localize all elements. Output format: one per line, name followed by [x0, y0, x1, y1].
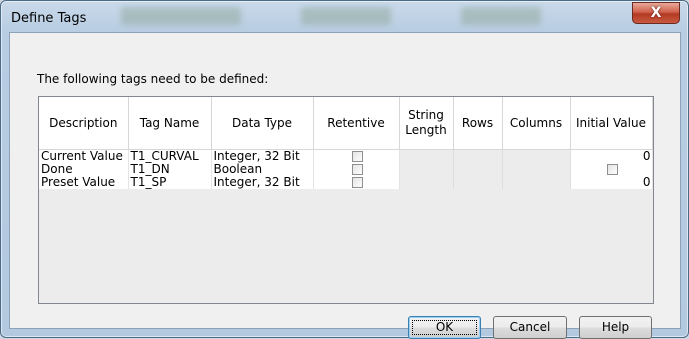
tags-grid[interactable]: Description Tag Name Data Type Retentive…	[38, 96, 654, 304]
background-blur	[461, 7, 541, 25]
prompt-text: The following tags need to be defined:	[37, 72, 269, 86]
title-bar[interactable]: Define Tags X	[1, 1, 688, 31]
cell-initial-value[interactable]: 0	[570, 149, 653, 163]
col-header-data-type[interactable]: Data Type	[211, 97, 314, 150]
close-button[interactable]: X	[632, 2, 680, 24]
close-icon: X	[650, 5, 662, 21]
table-row: Preset Value T1_SP Integer, 32 Bit 0	[39, 176, 653, 189]
cell-retentive	[313, 163, 400, 176]
cell-retentive	[313, 176, 400, 189]
background-blur	[301, 7, 391, 25]
cell-string-length	[399, 176, 454, 189]
background-blur	[121, 7, 241, 25]
cell-columns	[502, 163, 571, 176]
retentive-checkbox[interactable]	[351, 150, 363, 162]
col-header-description[interactable]: Description	[39, 97, 129, 150]
col-header-columns[interactable]: Columns	[502, 97, 571, 150]
cell-description[interactable]: Current Value	[39, 149, 129, 163]
cell-columns	[502, 176, 571, 189]
cell-initial-value	[570, 163, 653, 176]
col-header-initial-value[interactable]: Initial Value	[570, 97, 653, 150]
cell-initial-value[interactable]: 0	[570, 176, 653, 189]
table-row: Current Value T1_CURVAL Integer, 32 Bit …	[39, 149, 653, 163]
retentive-checkbox[interactable]	[351, 176, 363, 188]
focus-rect	[412, 320, 477, 335]
ok-button[interactable]: OK	[408, 316, 481, 339]
cancel-button[interactable]: Cancel	[493, 316, 567, 339]
cell-description[interactable]: Preset Value	[39, 176, 129, 189]
col-header-string-length[interactable]: String Length	[399, 97, 454, 150]
cell-string-length	[399, 163, 454, 176]
col-header-retentive[interactable]: Retentive	[313, 97, 400, 150]
cell-columns	[502, 149, 571, 163]
tags-table: Description Tag Name Data Type Retentive…	[39, 97, 653, 189]
cell-retentive	[313, 149, 400, 163]
col-header-rows[interactable]: Rows	[453, 97, 503, 150]
help-label: Help	[601, 320, 630, 334]
cell-tag-name[interactable]: T1_SP	[128, 176, 212, 189]
cell-data-type[interactable]: Integer, 32 Bit	[211, 176, 314, 189]
cell-rows	[453, 149, 503, 163]
retentive-checkbox[interactable]	[351, 163, 363, 175]
cell-rows	[453, 163, 503, 176]
cell-string-length	[399, 149, 454, 163]
dialog-body: The following tags need to be defined: D…	[9, 32, 681, 339]
cell-rows	[453, 176, 503, 189]
help-button[interactable]: Help	[579, 316, 652, 339]
window-title: Define Tags	[11, 11, 87, 26]
cancel-label: Cancel	[509, 320, 551, 334]
col-header-tag-name[interactable]: Tag Name	[128, 97, 212, 150]
define-tags-window: Define Tags X The following tags need to…	[0, 0, 689, 339]
cell-tag-name[interactable]: T1_CURVAL	[128, 149, 212, 163]
header-row: Description Tag Name Data Type Retentive…	[39, 97, 653, 150]
cell-data-type[interactable]: Integer, 32 Bit	[211, 149, 314, 163]
initial-value-checkbox[interactable]	[606, 163, 618, 175]
